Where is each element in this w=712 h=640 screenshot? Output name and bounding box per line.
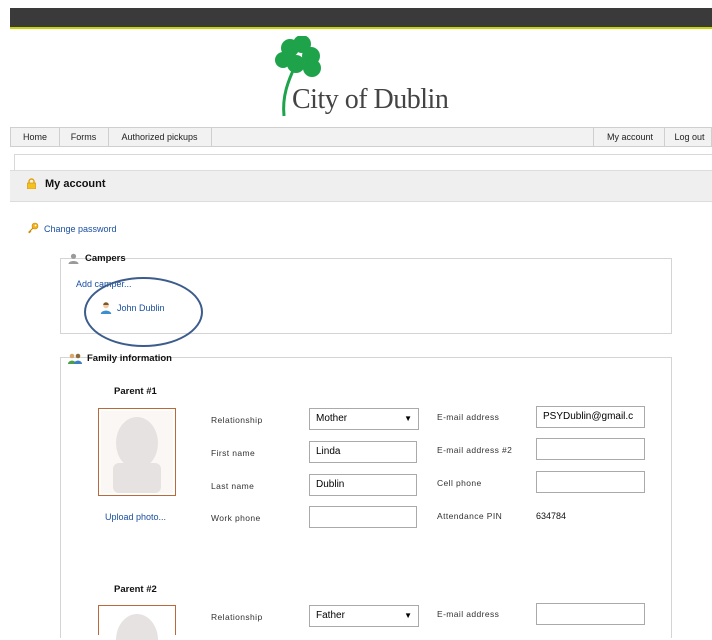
page-title: My account xyxy=(45,178,106,190)
family-section xyxy=(60,357,672,638)
nav-bar: Home Forms Authorized pickups My account… xyxy=(10,127,712,147)
panel-border xyxy=(14,154,712,156)
logo-text: City of Dublin xyxy=(292,84,449,115)
change-password-link[interactable]: Change password xyxy=(44,224,117,234)
parent2-photo-placeholder xyxy=(98,605,176,640)
person-icon xyxy=(68,253,79,264)
parent1-last-name-label: Last name xyxy=(211,481,255,491)
family-legend-label: Family information xyxy=(87,353,172,364)
nav-log-out[interactable]: Log out xyxy=(664,128,712,146)
parent1-first-name-label: First name xyxy=(211,448,256,458)
key-icon xyxy=(28,222,39,234)
panel-border-left xyxy=(14,154,15,170)
parent1-photo-placeholder xyxy=(98,408,176,496)
parent1-first-name-input[interactable]: Linda xyxy=(309,441,417,463)
parent1-last-name-input[interactable]: Dublin xyxy=(309,474,417,496)
highlight-circle xyxy=(84,277,203,347)
parent2-email-input[interactable] xyxy=(536,603,645,625)
parent1-cell-phone-label: Cell phone xyxy=(437,478,482,488)
parent1-attendance-pin-value: 634784 xyxy=(536,511,567,521)
parent1-title: Parent #1 xyxy=(114,386,157,397)
parent2-relationship-select[interactable]: Father ▼ xyxy=(309,605,419,627)
parent1-relationship-value: Mother xyxy=(316,413,348,424)
lock-icon xyxy=(27,178,36,189)
dropdown-arrow-icon: ▼ xyxy=(404,414,412,423)
parent2-email-label: E-mail address xyxy=(437,609,500,619)
parent1-upload-photo-link[interactable]: Upload photo... xyxy=(105,512,166,522)
account-header-bar xyxy=(10,170,712,202)
parent1-email2-label: E-mail address #2 xyxy=(437,445,513,455)
nav-my-account[interactable]: My account xyxy=(593,128,666,146)
dropdown-arrow-icon: ▼ xyxy=(404,611,412,620)
parent1-email2-input[interactable] xyxy=(536,438,645,460)
family-icon xyxy=(68,353,82,364)
nav-home[interactable]: Home xyxy=(11,128,60,146)
parent1-work-phone-input[interactable] xyxy=(309,506,417,528)
nav-authorized-pickups[interactable]: Authorized pickups xyxy=(108,128,212,146)
silhouette-icon xyxy=(116,614,158,640)
parent1-relationship-label: Relationship xyxy=(211,415,263,425)
parent1-relationship-select[interactable]: Mother ▼ xyxy=(309,408,419,430)
parent1-email-label: E-mail address xyxy=(437,412,500,422)
silhouette-icon xyxy=(113,417,161,493)
parent1-work-phone-label: Work phone xyxy=(211,513,261,523)
parent1-attendance-pin-label: Attendance PIN xyxy=(437,511,503,521)
nav-forms[interactable]: Forms xyxy=(59,128,109,146)
parent2-relationship-value: Father xyxy=(316,610,345,621)
parent2-title: Parent #2 xyxy=(114,584,157,595)
parent1-email-input[interactable]: PSYDublin@gmail.c xyxy=(536,406,645,428)
parent1-cell-phone-input[interactable] xyxy=(536,471,645,493)
campers-legend-label: Campers xyxy=(85,253,126,264)
top-bar xyxy=(10,8,712,29)
parent2-relationship-label: Relationship xyxy=(211,612,263,622)
